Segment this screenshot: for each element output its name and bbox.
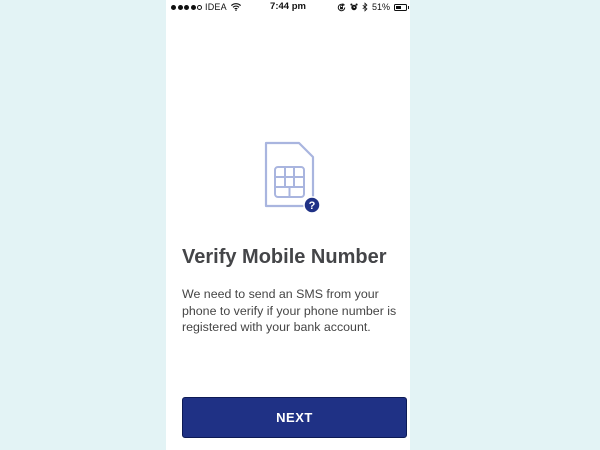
orientation-lock-icon — [337, 2, 346, 11]
battery-percent: 51% — [371, 2, 390, 12]
phone-screen: IDEA 7:44 pm 51% ? Verify Mobile Number … — [166, 0, 410, 450]
status-right-group: 51% — [337, 1, 409, 13]
alarm-icon — [350, 3, 358, 11]
description-text: We need to send an SMS from your phone t… — [182, 287, 397, 334]
sim-card-icon: ? — [264, 141, 321, 214]
page-title: Verify Mobile Number — [182, 246, 387, 268]
badge-text: ? — [309, 200, 316, 212]
question-mark-icon: ? — [303, 196, 321, 214]
status-bar: IDEA 7:44 pm 51% — [166, 0, 410, 14]
bluetooth-icon — [362, 2, 368, 12]
battery-fill — [396, 5, 401, 9]
battery-icon — [394, 3, 409, 11]
next-button[interactable]: NEXT — [182, 397, 407, 438]
